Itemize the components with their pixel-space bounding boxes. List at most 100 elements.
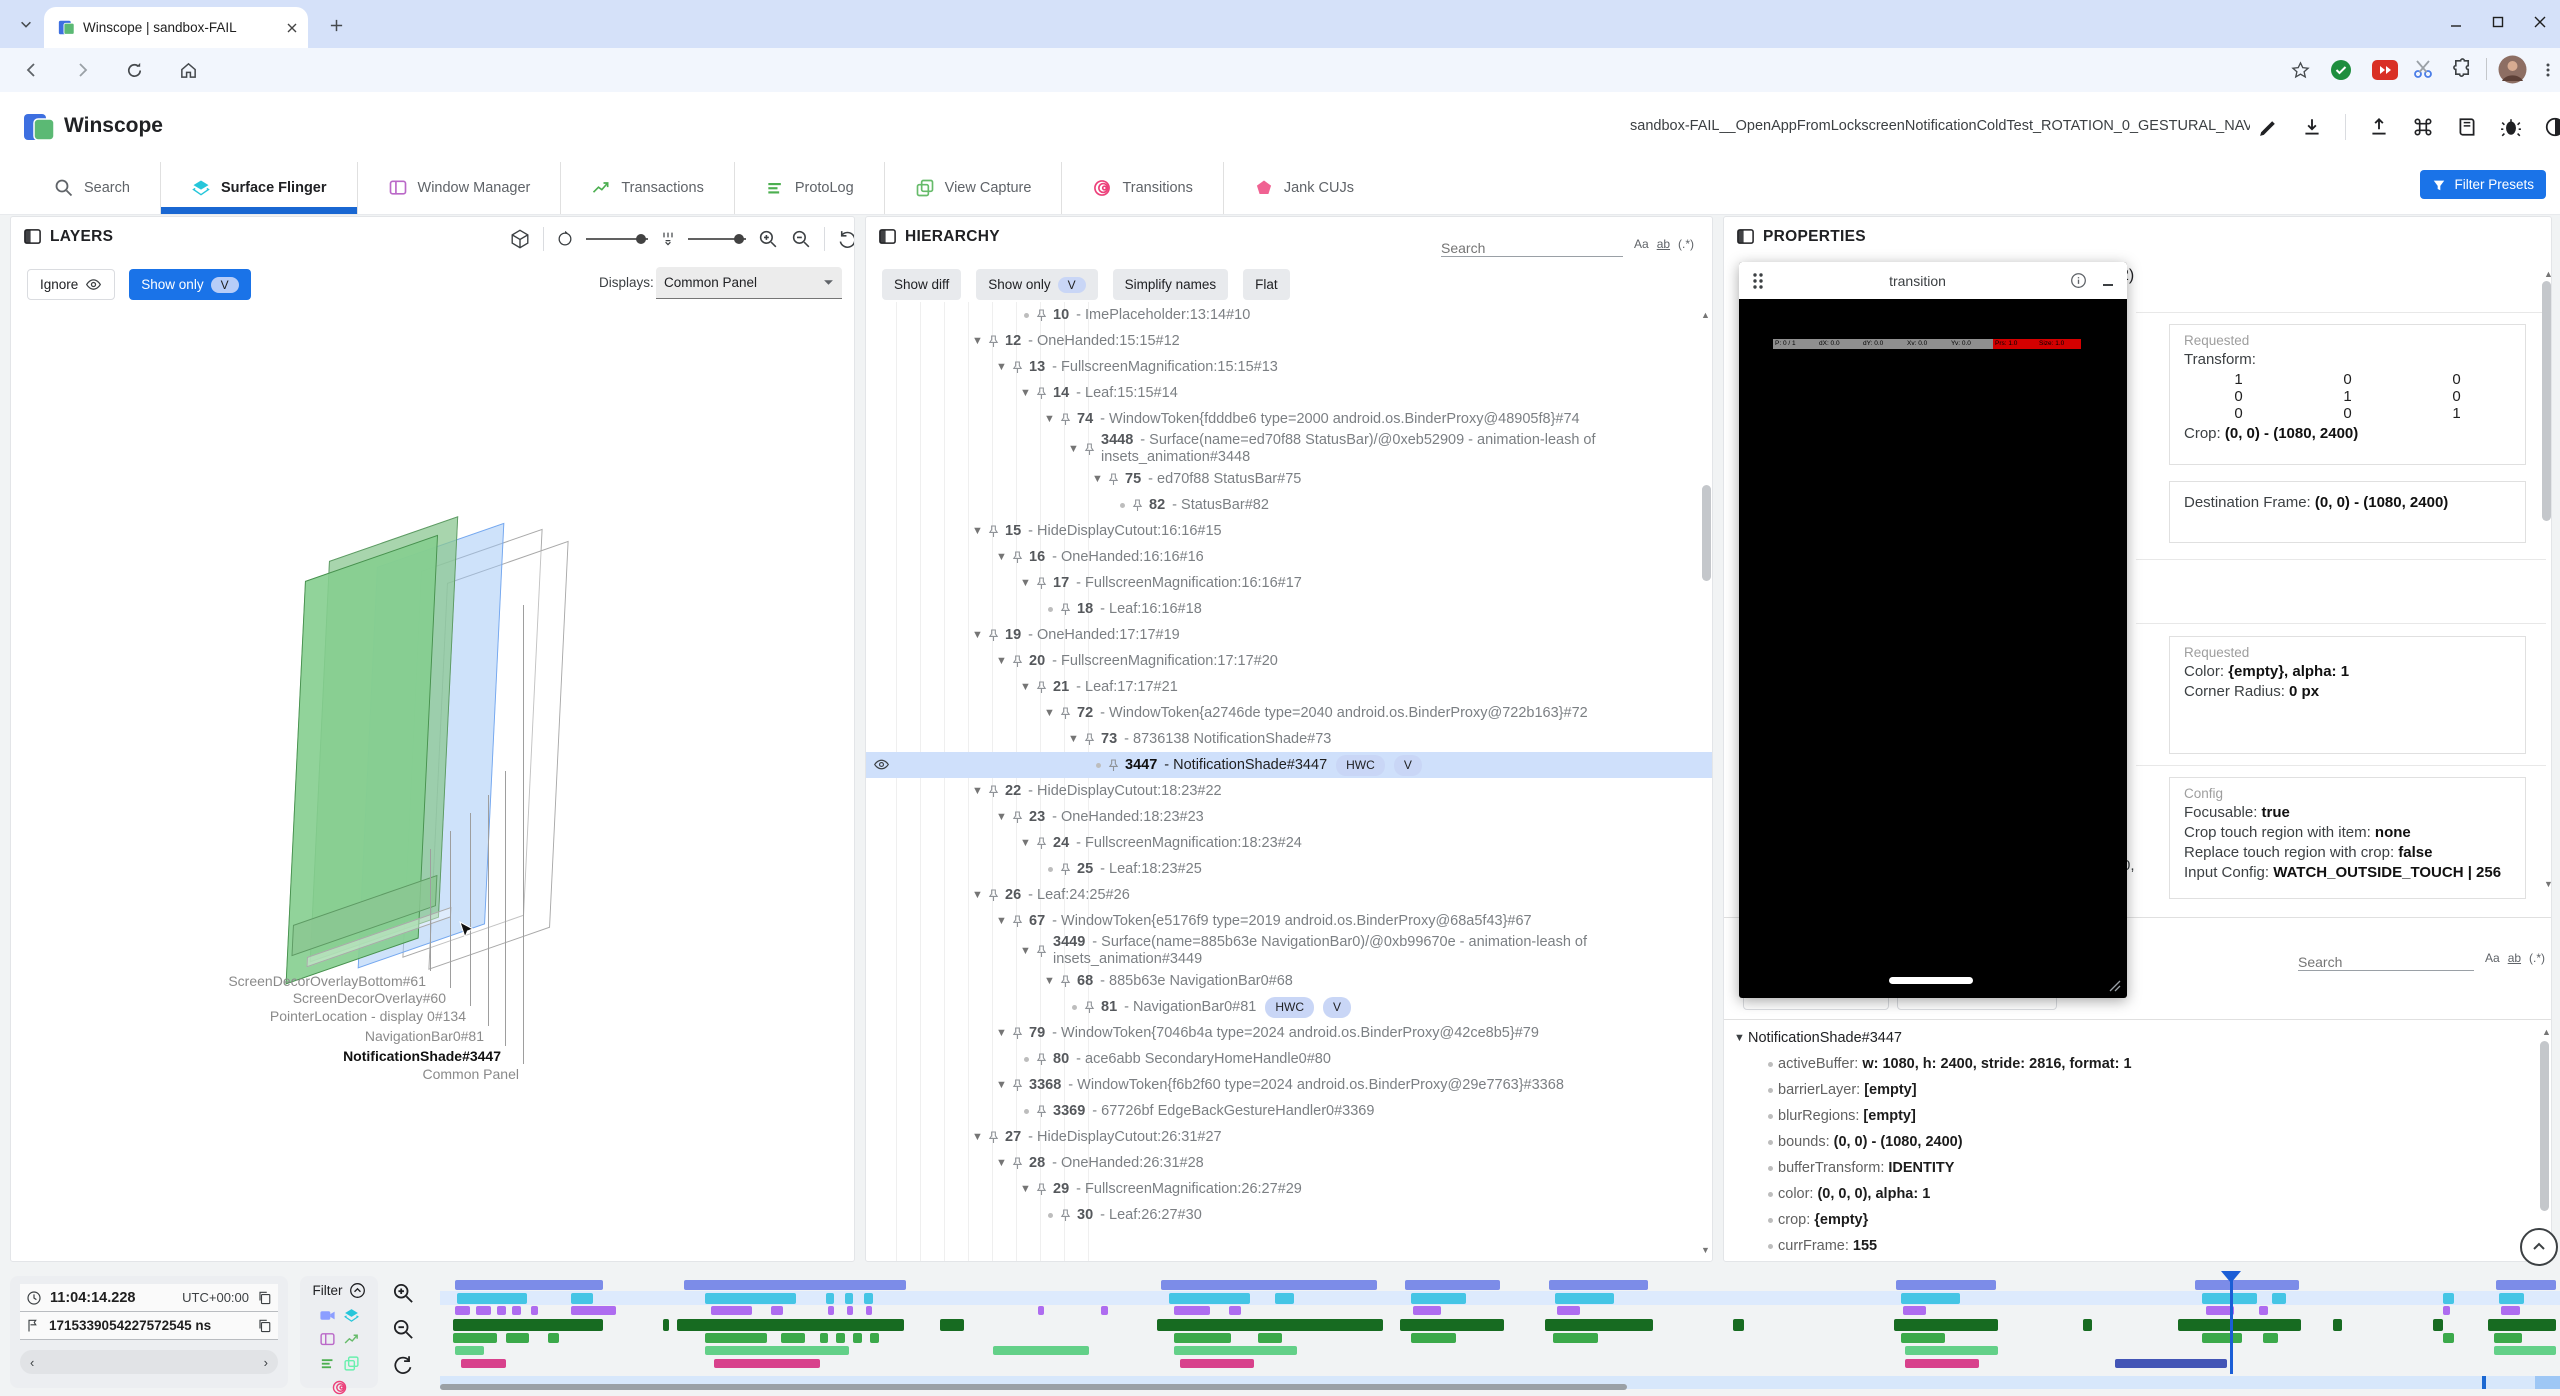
layer-label[interactable]: ScreenDecorOverlayBottom#61 [228,973,426,989]
trace-entry-transactions[interactable] [1733,1319,1744,1331]
minimize-window-icon[interactable] [2101,274,2115,288]
expand-arrow-icon[interactable]: ▼ [1020,575,1034,592]
chip-flat[interactable]: Flat [1243,269,1290,300]
trace-entry-window-manager[interactable] [771,1306,784,1315]
trace-entry-surface-flinger[interactable] [705,1293,796,1304]
chip-show-diff[interactable]: Show diff [882,269,961,300]
pan-right-icon[interactable]: › [264,1355,268,1370]
expand-arrow-icon[interactable]: ▼ [1092,471,1106,488]
layer-label[interactable]: Common Panel [423,1066,520,1082]
tree-node-3368[interactable]: ▼3368 - WindowToken{f6b2f60 type=2024 an… [866,1072,1712,1098]
timeline-zoom-out-icon[interactable] [392,1318,415,1341]
expand-arrow-icon[interactable]: ▼ [972,887,986,904]
expand-arrow-icon[interactable]: ▼ [972,523,986,540]
resize-handle-icon[interactable] [2109,980,2121,992]
tab-surface-flinger[interactable]: Surface Flinger [160,162,357,214]
timeline-cursor-handle[interactable] [2220,1270,2242,1284]
trace-entry-screen-recording[interactable] [2195,1280,2299,1290]
detail-item-currFrame[interactable]: currFrame:155 [1734,1233,2534,1259]
tree-node-13[interactable]: ▼13 - FullscreenMagnification:15:15#13 [866,354,1712,380]
trace-entry-view-capture[interactable] [2494,1346,2556,1355]
tab-protolog[interactable]: ProtoLog [734,162,884,214]
zoom-in-icon[interactable] [758,229,779,250]
regex-icon[interactable]: (.*) [1678,237,1694,251]
trace-entry-transitions[interactable] [1905,1359,1979,1368]
trace-entry-screen-recording[interactable] [1896,1280,1996,1290]
layer-label[interactable]: NotificationShade#3447 [343,1048,501,1064]
detail-root-node[interactable]: ▼NotificationShade#3447 [1734,1025,2534,1051]
trace-entry-window-manager[interactable] [531,1306,537,1315]
trace-entry-protolog[interactable] [705,1333,767,1343]
trace-entry-view-capture[interactable] [705,1346,849,1355]
trace-entry-screen-recording[interactable] [2496,1280,2555,1290]
props-scroll-down-icon[interactable]: ▼ [2544,879,2552,889]
tree-node-14[interactable]: ▼14 - Leaf:15:15#14 [866,380,1712,406]
trace-entry-transactions[interactable] [453,1319,604,1331]
trace-entry-protolog[interactable] [2494,1333,2522,1343]
tree-node-18[interactable]: 18 - Leaf:16:16#18 [866,596,1712,622]
home-icon[interactable] [172,54,204,86]
expand-arrow-icon[interactable]: ▼ [972,783,986,800]
tree-node-25[interactable]: 25 - Leaf:18:23#25 [866,856,1712,882]
detail-item-barrierLayer[interactable]: barrierLayer:[empty] [1734,1077,2534,1103]
expand-arrow-icon[interactable]: ▼ [996,549,1010,566]
tab-window-manager[interactable]: Window Manager [357,162,561,214]
expand-arrow-icon[interactable]: ▼ [1068,731,1082,748]
rotation-slider[interactable] [586,238,648,240]
window-close-icon[interactable] [2532,14,2548,30]
tree-node-16[interactable]: ▼16 - OneHanded:16:16#16 [866,544,1712,570]
copy-icon[interactable] [257,1318,272,1333]
human-timestamp[interactable]: 11:04:14.228 [50,1290,174,1306]
back-icon[interactable] [16,54,48,86]
hierarchy-search[interactable] [1441,231,1623,257]
new-tab-button[interactable] [320,9,352,41]
lines-filter-icon[interactable] [319,1355,336,1372]
window-filter-icon[interactable] [319,1331,336,1348]
window-maximize-icon[interactable] [2490,14,2506,30]
details-scrollbar-thumb[interactable] [2540,1041,2549,1211]
trace-entry-window-manager[interactable] [866,1306,872,1315]
show-only-v-chip[interactable]: Show onlyV [129,269,250,300]
layer-label[interactable]: NavigationBar0#81 [365,1028,484,1044]
detail-item-bufferTransform[interactable]: bufferTransform:IDENTITY [1734,1155,2534,1181]
trending-filter-icon[interactable] [343,1331,360,1348]
trace-entry-protolog[interactable] [1553,1333,1598,1343]
trace-entry-transitions[interactable] [1180,1359,1254,1368]
trace-entry-surface-flinger[interactable] [1555,1293,1614,1304]
videocam-filter-icon[interactable] [319,1307,336,1324]
tree-node-27[interactable]: ▼27 - HideDisplayCutout:26:31#27 [866,1124,1712,1150]
tree-node-19[interactable]: ▼19 - OneHanded:17:17#19 [866,622,1712,648]
trace-entry-transactions[interactable] [1894,1319,1998,1331]
trace-entry-transactions[interactable] [677,1319,904,1331]
trace-entry-transactions[interactable] [2488,1319,2556,1331]
forward-icon[interactable] [66,54,98,86]
collapse-panel-icon[interactable] [1736,227,1755,246]
tree-node-22[interactable]: ▼22 - HideDisplayCutout:18:23#22 [866,778,1712,804]
displays-dropdown[interactable]: Common Panel [656,267,842,299]
trace-entry-view-capture[interactable] [993,1346,1088,1355]
tree-node-3447[interactable]: 3447 - NotificationShade#3447HWCV [866,752,1712,778]
tree-node-20[interactable]: ▼20 - FullscreenMagnification:17:17#20 [866,648,1712,674]
trace-entry-window-manager[interactable] [711,1306,751,1315]
trace-entry-protolog[interactable] [1174,1333,1231,1343]
trace-entry-window-manager[interactable] [2259,1306,2268,1315]
trace-entry-transactions[interactable] [1545,1319,1653,1331]
tree-node-26[interactable]: ▼26 - Leaf:24:25#26 [866,882,1712,908]
detail-item-activeBuffer[interactable]: activeBuffer:w: 1080, h: 2400, stride: 2… [1734,1051,2534,1077]
tree-node-12[interactable]: ▼12 - OneHanded:15:15#12 [866,328,1712,354]
trace-entry-surface-flinger[interactable] [1275,1293,1294,1304]
spiral-filter-icon[interactable] [331,1379,348,1396]
tree-node-74[interactable]: ▼74 - WindowToken{fdddbe6 type=2000 andr… [866,406,1712,432]
expand-arrow-icon[interactable]: ▼ [996,359,1010,376]
trace-entry-surface-flinger[interactable] [1901,1293,1960,1304]
tree-node-3448[interactable]: ▼3448 - Surface(name=ed70f88 StatusBar)/… [866,432,1712,466]
trace-entry-transactions[interactable] [940,1319,963,1331]
trace-entry-surface-flinger[interactable] [845,1293,854,1304]
detail-item-bounds[interactable]: bounds:(0, 0) - (1080, 2400) [1734,1129,2534,1155]
expand-arrow-icon[interactable]: ▼ [1044,705,1058,722]
trace-entry-transactions[interactable] [663,1319,669,1331]
expand-arrow-icon[interactable]: ▼ [972,333,986,350]
scroll-to-top-button[interactable] [2520,1228,2558,1266]
extensions-puzzle-icon[interactable] [2452,58,2473,79]
trace-entry-window-manager[interactable] [455,1306,470,1315]
